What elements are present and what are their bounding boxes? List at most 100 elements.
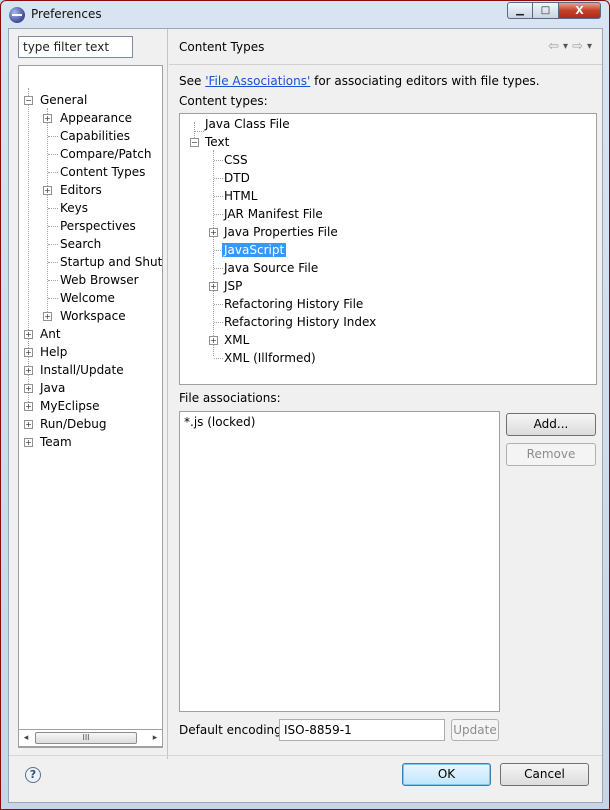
hint-suffix: for associating editors with file types. <box>310 74 540 88</box>
tree-item-search[interactable]: Search <box>60 235 101 253</box>
forward-arrow-icon[interactable]: ⇨ <box>572 39 583 55</box>
scroll-left-icon[interactable]: ◂ <box>20 732 32 744</box>
content-type-javascript[interactable]: JavaScript <box>222 241 287 259</box>
content-type-text[interactable]: Text <box>205 133 229 151</box>
back-menu-icon[interactable]: ▾ <box>563 39 568 55</box>
tree-item-content-types[interactable]: Content Types <box>60 163 145 181</box>
tree-guide <box>194 131 204 132</box>
scroll-right-icon[interactable]: ▸ <box>149 732 161 744</box>
tree-item-myeclipse[interactable]: MyEclipse <box>40 397 100 415</box>
help-icon[interactable]: ? <box>25 767 41 783</box>
content-type-xml[interactable]: XML <box>224 331 249 349</box>
tree-guide <box>214 304 223 305</box>
tree-item-install-update[interactable]: Install/Update <box>40 361 124 379</box>
content-type-css[interactable]: CSS <box>224 151 248 169</box>
tree-item-team[interactable]: Team <box>40 433 72 451</box>
filter-input[interactable]: type filter text <box>18 36 133 58</box>
expand-icon[interactable]: + <box>24 330 33 339</box>
ok-button[interactable]: OK <box>402 763 491 786</box>
content-type-refactoring-history-file[interactable]: Refactoring History File <box>224 295 363 313</box>
tree-guide <box>28 88 29 408</box>
content-type-html[interactable]: HTML <box>224 187 257 205</box>
expand-icon[interactable]: + <box>209 336 218 345</box>
content-type-java-class-file[interactable]: Java Class File <box>205 115 290 133</box>
expand-icon[interactable]: + <box>24 420 33 429</box>
content-type-xml-illformed[interactable]: XML (Illformed) <box>224 349 316 367</box>
tree-guide <box>48 280 58 281</box>
eclipse-icon <box>9 7 25 23</box>
content-type-java-source[interactable]: Java Source File <box>224 259 318 277</box>
tree-item-general[interactable]: General <box>40 91 87 109</box>
file-associations-label: File associations: <box>179 391 281 405</box>
tree-guide <box>214 268 223 269</box>
tree-guide <box>214 160 223 161</box>
page-title: Content Types <box>179 40 265 54</box>
expand-icon[interactable]: + <box>24 438 33 447</box>
update-button[interactable]: Update <box>451 719 499 741</box>
tree-item-keys[interactable]: Keys <box>60 199 88 217</box>
tree-item-perspectives[interactable]: Perspectives <box>60 217 136 235</box>
title-bar[interactable]: Preferences ▁ □ X <box>1 1 609 27</box>
window-title: Preferences <box>31 7 102 21</box>
tree-item-compare-patch[interactable]: Compare/Patch <box>60 145 151 163</box>
expand-icon[interactable]: + <box>24 402 33 411</box>
tree-item-capabilities[interactable]: Capabilities <box>60 127 130 145</box>
close-button[interactable]: X <box>559 2 601 19</box>
tree-guide <box>48 226 58 227</box>
collapse-icon[interactable]: − <box>190 138 199 147</box>
cancel-button[interactable]: Cancel <box>500 763 589 786</box>
tree-guide <box>214 214 223 215</box>
expand-icon[interactable]: + <box>43 186 52 195</box>
expand-icon[interactable]: + <box>24 384 33 393</box>
tree-guide <box>48 262 58 263</box>
expand-icon[interactable]: + <box>209 228 218 237</box>
file-associations-link[interactable]: 'File Associations' <box>205 74 310 88</box>
add-button[interactable]: Add... <box>506 413 596 436</box>
expand-icon[interactable]: + <box>24 348 33 357</box>
tree-item-editors[interactable]: Editors <box>60 181 102 199</box>
content-type-java-properties[interactable]: Java Properties File <box>224 223 338 241</box>
back-arrow-icon[interactable]: ⇦ <box>548 39 559 55</box>
expand-icon[interactable]: + <box>43 312 52 321</box>
content-type-jsp[interactable]: JSP <box>224 277 242 295</box>
tree-guide <box>48 208 58 209</box>
tree-item-appearance[interactable]: Appearance <box>60 109 132 127</box>
tree-guide <box>48 154 58 155</box>
forward-menu-icon[interactable]: ▾ <box>587 39 592 55</box>
default-encoding-label: Default encoding: <box>179 723 286 737</box>
tree-guide <box>47 108 48 320</box>
content-type-refactoring-history-index[interactable]: Refactoring History Index <box>224 313 376 331</box>
list-item[interactable]: *.js (locked) <box>184 415 255 429</box>
remove-button[interactable]: Remove <box>506 443 596 466</box>
default-encoding-field[interactable]: ISO-8859-1 <box>279 719 445 741</box>
file-associations-list[interactable]: *.js (locked) <box>179 411 500 712</box>
tree-item-welcome[interactable]: Welcome <box>60 289 115 307</box>
tree-item-run-debug[interactable]: Run/Debug <box>40 415 107 433</box>
tree-item-ant[interactable]: Ant <box>40 325 61 343</box>
tree-guide <box>214 178 223 179</box>
tree-item-startup-shutdown[interactable]: Startup and Shutd <box>60 253 162 271</box>
content-type-dtd[interactable]: DTD <box>224 169 250 187</box>
pane-splitter[interactable] <box>167 29 168 759</box>
hint-prefix: See <box>179 74 206 88</box>
scroll-thumb[interactable]: III <box>35 732 137 744</box>
tree-item-help[interactable]: Help <box>40 343 67 361</box>
minimize-button[interactable]: ▁ <box>507 2 533 19</box>
expand-icon[interactable]: + <box>43 114 52 123</box>
tree-guide <box>213 150 214 356</box>
tree-item-workspace[interactable]: Workspace <box>60 307 126 325</box>
header-separator <box>169 64 602 65</box>
tree-guide <box>48 244 58 245</box>
expand-icon[interactable]: + <box>24 366 33 375</box>
maximize-button[interactable]: □ <box>533 2 559 19</box>
horizontal-scrollbar[interactable]: ◂ III ▸ <box>18 729 163 747</box>
expand-icon[interactable]: + <box>209 282 218 291</box>
content-type-jar-manifest[interactable]: JAR Manifest File <box>224 205 323 223</box>
dialog-client-area: type filter text − General + Appearance … <box>8 28 603 803</box>
page-navigation: ⇦ ▾ ⇨ ▾ <box>548 39 592 55</box>
collapse-icon[interactable]: − <box>24 96 33 105</box>
selected-label: JavaScript <box>222 243 287 257</box>
tree-item-java[interactable]: Java <box>40 379 65 397</box>
tree-guide <box>48 136 58 137</box>
tree-item-web-browser[interactable]: Web Browser <box>60 271 139 289</box>
